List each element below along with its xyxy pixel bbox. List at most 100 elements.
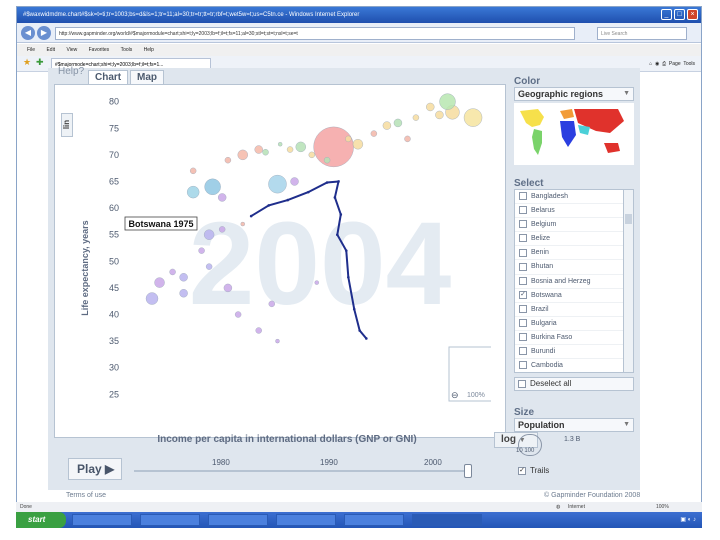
country-bubble[interactable] [463,108,483,127]
country-bubble[interactable] [154,277,165,288]
menu-help[interactable]: Help [144,47,154,53]
print-icon[interactable]: ⎙ [662,61,666,67]
checkbox-icon[interactable] [519,276,527,285]
select-item[interactable]: Benin [515,246,633,261]
taskbar-item[interactable] [140,514,200,526]
country-bubble[interactable] [169,268,176,276]
feeds-icon[interactable]: ◉ [655,61,659,67]
taskbar-item[interactable] [276,514,336,526]
country-bubble[interactable] [145,292,159,305]
checkbox-icon[interactable] [519,234,527,243]
checkbox-icon[interactable] [519,262,527,271]
country-bubble[interactable] [412,114,420,121]
select-item[interactable]: Belarus [515,204,633,219]
checkbox-icon[interactable] [519,319,527,327]
country-bubble[interactable] [426,102,435,112]
help-link[interactable]: Help? [58,66,84,77]
select-item[interactable]: Burundi [515,345,633,360]
country-bubble[interactable] [218,226,226,233]
country-bubble[interactable] [323,156,331,164]
page-menu[interactable]: Page [669,61,681,67]
country-bubble[interactable] [314,280,319,285]
checkbox-icon[interactable] [519,347,527,356]
checkbox-icon[interactable] [519,361,527,370]
country-bubble[interactable] [234,311,242,318]
star-icon[interactable]: ★ [23,57,31,68]
country-bubble[interactable] [308,151,315,159]
taskbar-item[interactable] [344,514,404,526]
search-input[interactable]: Live Search [597,27,687,40]
select-item[interactable]: Bhutan [515,260,633,275]
country-bubble[interactable] [217,193,227,202]
checkbox-icon[interactable] [519,220,527,229]
country-bubble[interactable] [313,126,354,168]
start-button[interactable]: start [16,512,66,528]
country-bubble[interactable] [179,289,188,298]
country-bubble[interactable] [224,156,232,164]
size-dropdown[interactable]: Population ▼ [514,418,634,432]
color-dropdown[interactable]: Geographic regions ▼ [514,87,634,101]
checkbox-icon[interactable] [519,248,527,257]
country-bubble[interactable] [198,247,205,254]
country-bubble[interactable] [286,146,294,153]
select-item[interactable]: Burkina Faso [515,331,633,346]
country-bubble[interactable] [255,327,262,334]
tab-map[interactable]: Map [130,70,164,84]
scroll-thumb[interactable] [625,214,632,224]
checkbox-icon[interactable]: ✓ [519,290,527,299]
checkbox-icon[interactable] [519,333,527,342]
country-bubble[interactable] [268,300,275,308]
menu-edit[interactable]: Edit [46,47,55,53]
tab-chart[interactable]: Chart [88,70,129,84]
play-button[interactable]: Play ▶ [68,458,122,480]
world-map-legend[interactable] [514,103,634,165]
select-item[interactable]: Cambodia [515,359,633,372]
country-bubble[interactable] [277,142,283,147]
terms-link[interactable]: Terms of use [66,492,106,499]
country-bubble[interactable] [295,141,306,153]
select-item[interactable]: Bosnia and Herzeg [515,275,633,289]
select-item[interactable]: Brazil [515,303,633,317]
back-icon[interactable]: ◀ [21,26,35,40]
country-bubble[interactable] [186,185,200,199]
menu-favorites[interactable]: Favorites [89,47,110,53]
country-bubble[interactable] [204,178,221,195]
country-bubble[interactable] [268,174,287,194]
checkbox-icon[interactable] [519,304,527,313]
forward-icon[interactable]: ▶ [37,26,51,40]
country-bubble[interactable] [290,177,299,186]
country-bubble[interactable] [435,110,444,120]
country-bubble[interactable] [439,93,456,110]
add-favorite-icon[interactable]: ✚ [36,57,44,68]
close-icon[interactable]: × [687,9,698,20]
list-scrollbar[interactable] [623,190,633,372]
timeline-handle[interactable] [464,464,472,478]
country-bubble[interactable] [404,135,411,143]
deselect-all-button[interactable]: Deselect all [514,377,634,391]
country-bubble[interactable] [205,263,213,270]
taskbar-item[interactable] [72,514,132,526]
timeline-track[interactable] [134,470,464,472]
bubble-chart[interactable]: 2004 253035404550556065707580 4001 0002 … [95,89,491,409]
menu-file[interactable]: File [27,47,35,53]
country-bubble[interactable] [189,167,197,175]
minimize-icon[interactable]: _ [661,9,672,20]
menu-view[interactable]: View [66,47,77,53]
browser-zoom[interactable]: 100% [656,502,669,512]
home-icon[interactable]: ⌂ [649,61,652,67]
country-bubble[interactable] [240,221,245,227]
country-bubble[interactable] [237,149,248,161]
country-bubble[interactable] [345,135,352,143]
select-item[interactable]: ✓ Botswana [515,289,633,303]
country-bubble[interactable] [179,273,188,282]
country-bubble[interactable] [352,139,364,150]
y-scale-toggle[interactable]: lin [61,113,73,137]
country-bubble[interactable] [223,283,233,293]
country-bubble[interactable] [262,149,269,156]
menu-tools[interactable]: Tools [121,47,133,53]
country-bubble[interactable] [203,229,215,240]
taskbar-item-active[interactable] [412,514,482,526]
select-item[interactable]: Bulgaria [515,317,633,331]
country-bubble[interactable] [393,118,403,128]
country-bubble[interactable] [370,130,378,137]
